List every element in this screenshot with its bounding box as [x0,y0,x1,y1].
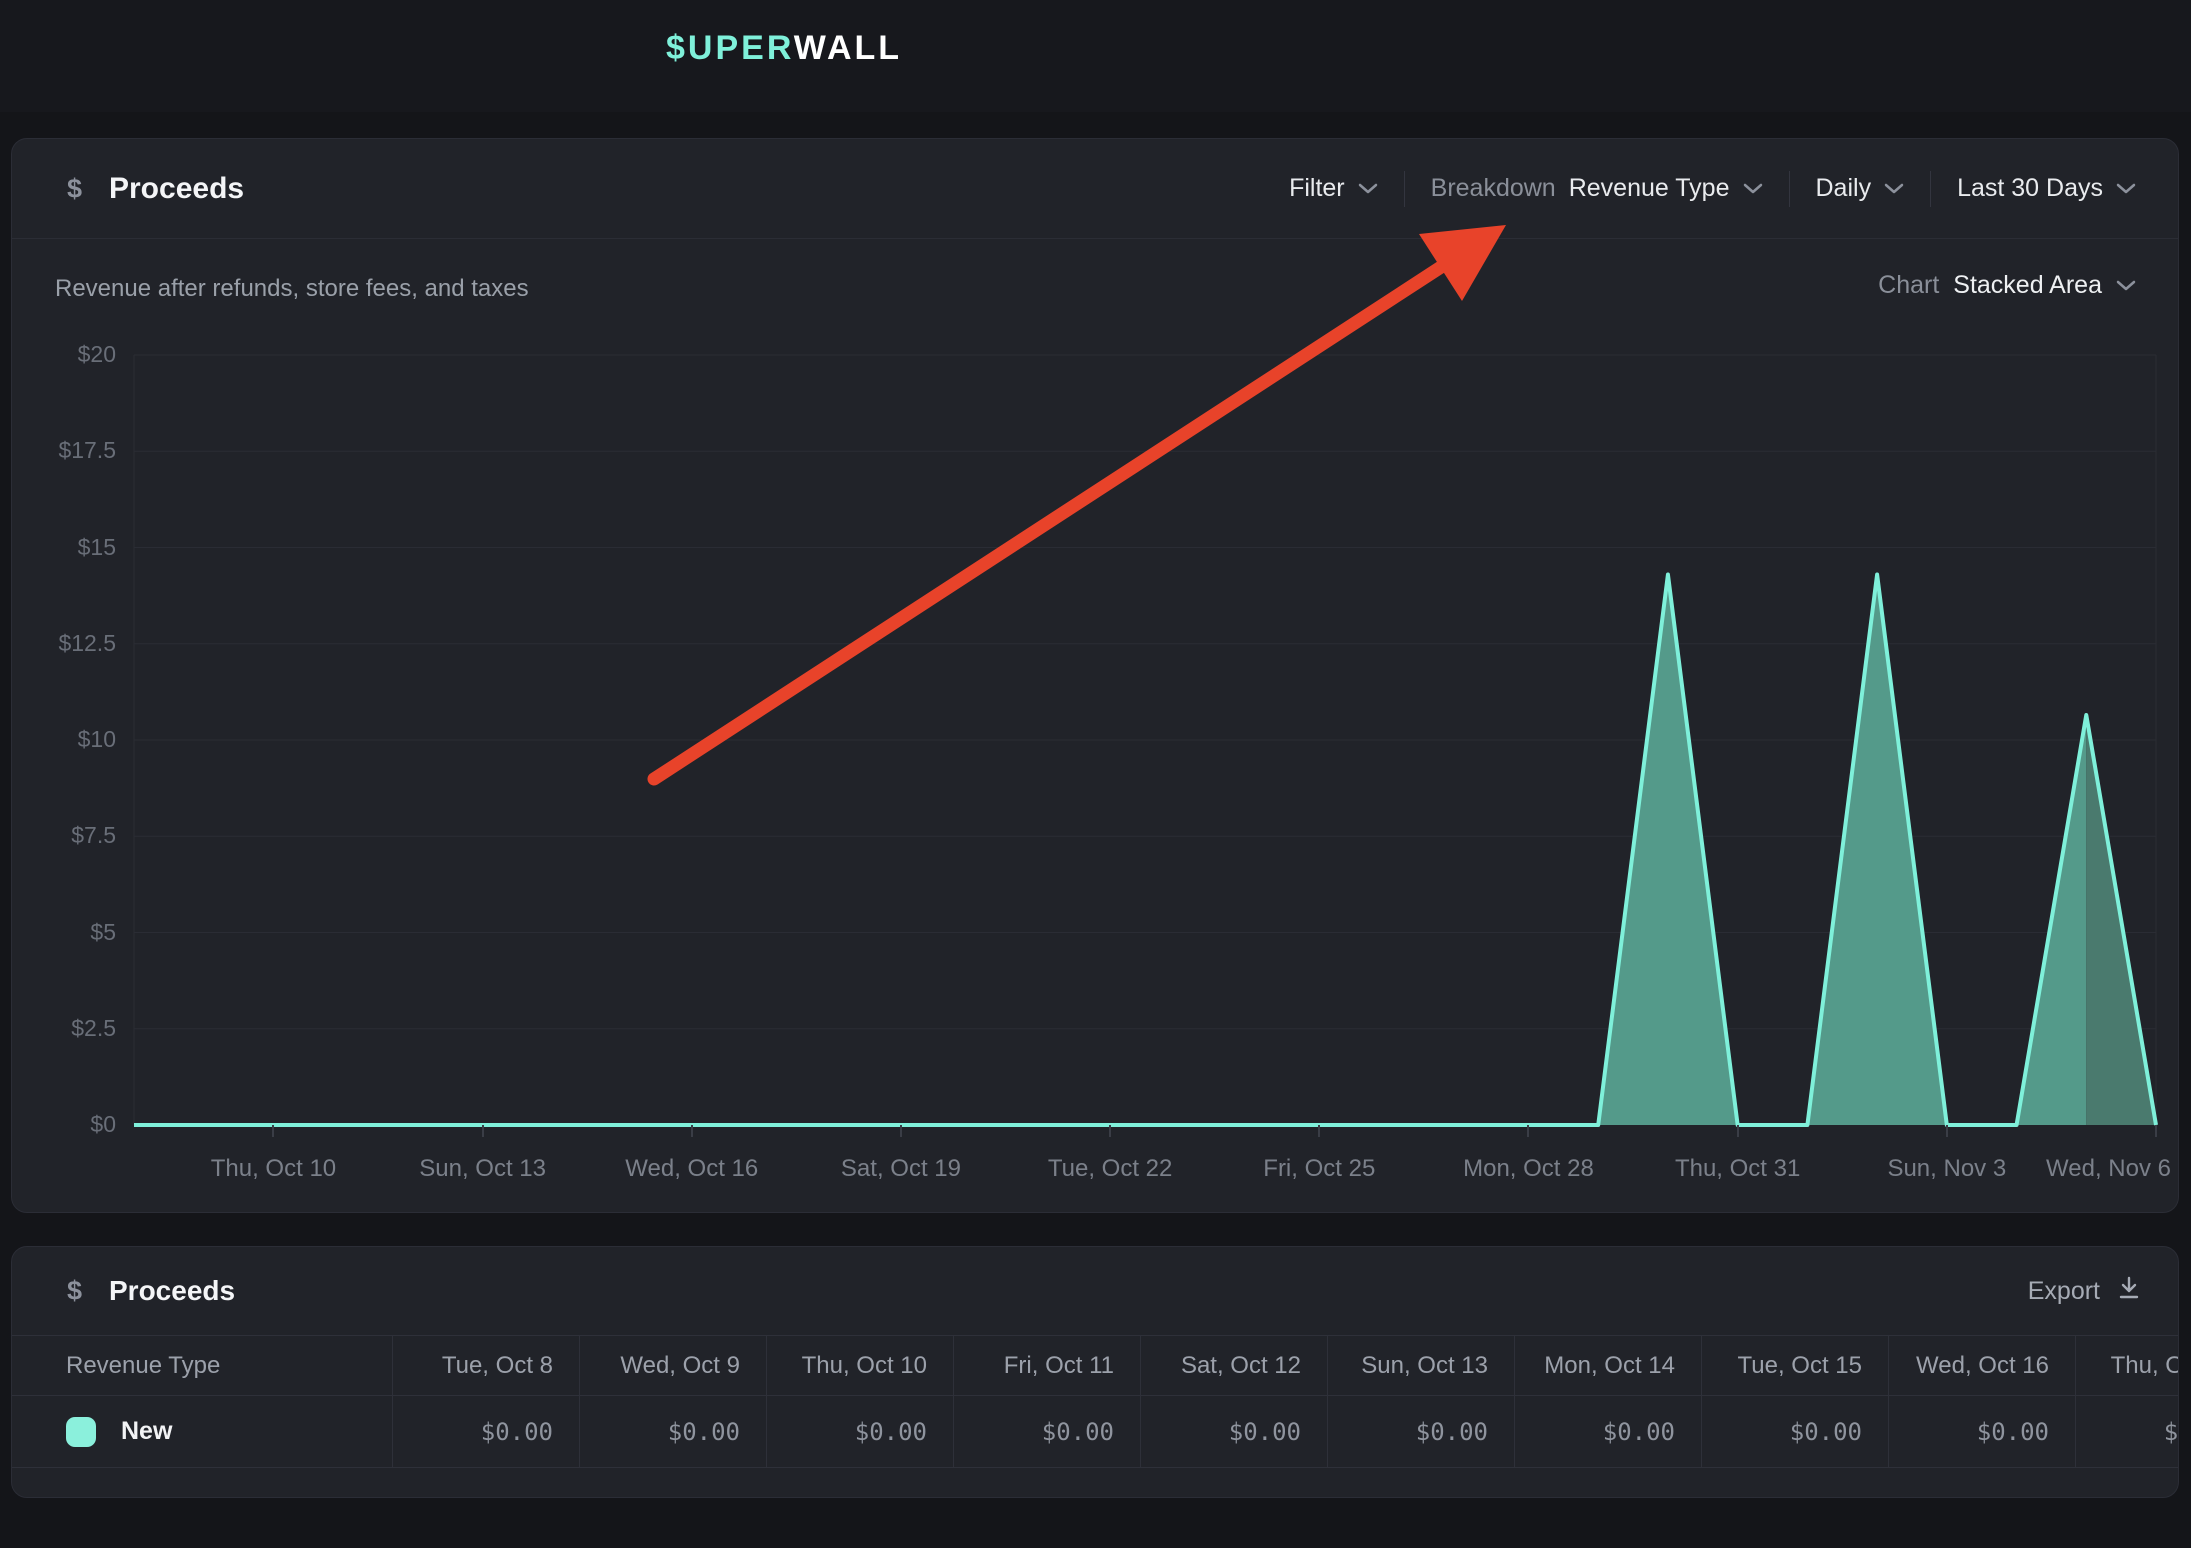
proceeds-chart-card: $ Proceeds Filter Breakdown Revenue Type… [11,138,2179,1213]
x-axis-label: Wed, Oct 16 [625,1155,758,1183]
column-header-date: Tue, Oct 15 [1701,1336,1888,1395]
x-axis-tick [1318,1125,1320,1137]
x-axis-label: Fri, Oct 25 [1263,1155,1375,1183]
x-axis-tick [272,1125,274,1137]
area-chart-svg [134,355,2156,1125]
granularity-value: Daily [1816,174,1872,203]
export-label: Export [2028,1277,2100,1306]
y-axis-label: $12.5 [20,630,116,657]
x-axis-label: Sun, Oct 13 [419,1155,546,1183]
value-cell: $0.00 [1327,1396,1514,1467]
breakdown-label: Breakdown [1431,174,1556,203]
logo-prefix: $UPER [666,29,794,67]
table-card-title: Proceeds [109,1275,235,1307]
y-axis-label: $0 [20,1111,116,1138]
filter-label: Filter [1289,174,1345,203]
filter-dropdown[interactable]: Filter [1289,174,1378,203]
x-axis-tick [1946,1125,1948,1137]
x-axis-label: Sun, Nov 3 [1887,1155,2006,1183]
chart-type-label: Chart [1878,271,1939,300]
column-header-date: Wed, Oct 16 [1888,1336,2075,1395]
x-axis-tick [900,1125,902,1137]
chevron-down-icon [1358,183,1378,195]
column-header-date: Tue, Oct 8 [392,1336,579,1395]
chart-controls: Filter Breakdown Revenue Type Daily Last… [1289,139,2136,238]
value-cell: $0.00 [2075,1396,2179,1467]
date-range-value: Last 30 Days [1957,174,2103,203]
chevron-down-icon [1743,183,1763,195]
column-header-date: Wed, Oct 9 [579,1336,766,1395]
chart-card-title: Proceeds [109,172,244,206]
chart-type-value: Stacked Area [1953,271,2102,300]
export-button[interactable]: Export [2028,1247,2142,1335]
value-cell: $0.00 [579,1396,766,1467]
row-header-cell: New [12,1396,392,1467]
value-cell: $0.00 [1701,1396,1888,1467]
y-axis-label: $2.5 [20,1015,116,1042]
value-cell: $0.00 [1888,1396,2075,1467]
top-navbar: $UPERWALL [0,0,2191,112]
y-axis-label: $15 [20,534,116,561]
download-icon [2116,1274,2142,1309]
table-header-row: Revenue TypeTue, Oct 8Wed, Oct 9Thu, Oct… [12,1335,2178,1396]
breakdown-value: Revenue Type [1569,174,1730,203]
column-header-date: Fri, Oct 11 [953,1336,1140,1395]
chevron-down-icon [2116,280,2136,292]
y-axis-label: $5 [20,919,116,946]
series-color-swatch [66,1417,96,1447]
chart-subtitle: Revenue after refunds, store fees, and t… [55,275,529,303]
x-axis-label: Tue, Oct 22 [1048,1155,1173,1183]
column-header-revenue-type: Revenue Type [12,1336,392,1395]
chart-type-dropdown[interactable]: Chart Stacked Area [1878,271,2136,300]
column-header-date: Thu, Oct 17 [2075,1336,2179,1395]
x-axis-label: Thu, Oct 10 [211,1155,336,1183]
column-header-date: Sun, Oct 13 [1327,1336,1514,1395]
dollar-icon: $ [67,1276,82,1307]
stacked-area-plot[interactable] [134,355,2156,1125]
column-header-date: Mon, Oct 14 [1514,1336,1701,1395]
superwall-logo[interactable]: $UPERWALL [666,29,902,68]
value-cell: $0.00 [392,1396,579,1467]
column-header-date: Thu, Oct 10 [766,1336,953,1395]
area-fill-new [134,574,2086,1125]
chevron-down-icon [1884,183,1904,195]
column-header-date: Sat, Oct 12 [1140,1336,1327,1395]
date-range-dropdown[interactable]: Last 30 Days [1957,174,2136,203]
value-cell: $0.00 [1140,1396,1327,1467]
chart-card-header: $ Proceeds Filter Breakdown Revenue Type… [12,139,2178,239]
y-axis-label: $17.5 [20,437,116,464]
chevron-down-icon [2116,183,2136,195]
y-axis-label: $10 [20,726,116,753]
y-axis-label: $20 [20,341,116,368]
x-axis-tick [1527,1125,1529,1137]
breakdown-dropdown[interactable]: Breakdown Revenue Type [1431,174,1763,203]
granularity-dropdown[interactable]: Daily [1816,174,1905,203]
y-axis-label: $7.5 [20,822,116,849]
x-axis-tick [1109,1125,1111,1137]
divider [1789,171,1790,207]
value-cell: $0.00 [766,1396,953,1467]
superwall-dashboard: { "topbar": { "logo_prefix": "$UPER", "l… [0,0,2191,1548]
x-axis-tick [2155,1125,2157,1137]
row-label: New [121,1417,172,1446]
dollar-icon: $ [67,173,82,204]
table-row: New$0.00$0.00$0.00$0.00$0.00$0.00$0.00$0… [12,1396,2178,1468]
value-cell: $0.00 [1514,1396,1701,1467]
proceeds-table: Revenue TypeTue, Oct 8Wed, Oct 9Thu, Oct… [12,1335,2178,1468]
x-axis-tick [482,1125,484,1137]
x-axis-label: Wed, Nov 6 [2046,1155,2171,1183]
x-axis-label: Mon, Oct 28 [1463,1155,1594,1183]
x-axis-label: Thu, Oct 31 [1675,1155,1800,1183]
x-axis-label: Sat, Oct 19 [841,1155,961,1183]
divider [1404,171,1405,207]
divider [1930,171,1931,207]
proceeds-table-card: $ Proceeds Export Revenue TypeTue, Oct 8… [11,1246,2179,1498]
x-axis-tick [691,1125,693,1137]
value-cell: $0.00 [953,1396,1140,1467]
x-axis-tick [1737,1125,1739,1137]
logo-suffix: WALL [794,29,902,67]
